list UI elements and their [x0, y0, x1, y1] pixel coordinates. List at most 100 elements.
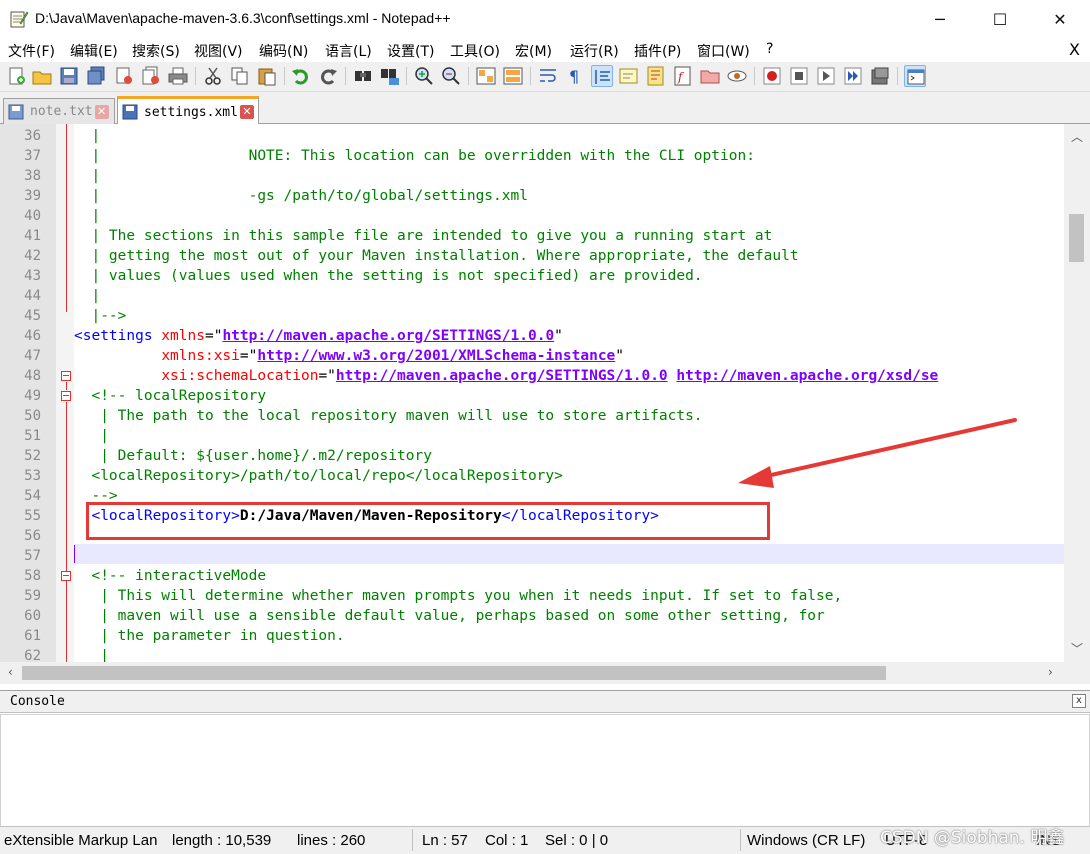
notepad-plus-plus-icon [10, 11, 29, 28]
code-line: | The path to the local repository maven… [74, 408, 703, 424]
menu-view[interactable]: 视图(V) [194, 41, 243, 61]
code-line: | the parameter in question. [74, 628, 345, 644]
copy-icon[interactable] [229, 65, 251, 87]
close-document-button[interactable]: X [1069, 40, 1080, 59]
xml-url[interactable]: http://www.w3.org/2001/XMLSchema-instanc… [257, 348, 615, 364]
watermark: CSDN @Siobhan. 明鑫 [880, 828, 1065, 848]
maximize-button[interactable]: ☐ [972, 0, 1028, 38]
menu-settings[interactable]: 设置(T) [387, 41, 434, 61]
xml-attr: xmlns:xsi [161, 348, 240, 364]
xml-op: " [554, 328, 563, 344]
run-macro-multi-icon[interactable] [842, 65, 864, 87]
console-title: Console [10, 694, 65, 709]
scroll-left-icon[interactable]: ‹ [8, 665, 13, 679]
undo-icon[interactable] [290, 65, 312, 87]
indent-guide-icon[interactable] [591, 65, 613, 87]
status-divider [412, 829, 413, 851]
line-number: 58 [24, 568, 41, 584]
toolbar-separator [468, 67, 469, 85]
save-icon[interactable] [58, 65, 80, 87]
line-number: 37 [24, 148, 41, 164]
menu-file[interactable]: 文件(F) [8, 41, 55, 61]
folder-workspace-icon[interactable] [699, 65, 721, 87]
menu-language[interactable]: 语言(L) [325, 41, 372, 61]
vertical-scroll-thumb[interactable] [1069, 214, 1084, 262]
scroll-down-icon[interactable]: ﹀ [1071, 640, 1083, 657]
sync-h-icon[interactable] [502, 65, 524, 87]
vertical-scrollbar[interactable]: ︿ ﹀ [1064, 124, 1090, 662]
annotation-highlight-box [86, 502, 770, 540]
menu-plugins[interactable]: 插件(P) [634, 41, 681, 61]
menu-edit[interactable]: 编辑(E) [70, 41, 118, 61]
close-all-icon[interactable] [140, 65, 162, 87]
new-file-icon[interactable] [6, 65, 28, 87]
line-number: 49 [24, 388, 41, 404]
record-macro-icon[interactable] [761, 65, 783, 87]
code-editor[interactable]: 36 37 38 39 40 41 42 43 44 45 46 47 48 4… [0, 124, 1090, 662]
menu-search[interactable]: 搜索(S) [132, 41, 180, 61]
xml-url[interactable]: http://maven.apache.org/SETTINGS/1.0.0 [336, 368, 668, 384]
word-wrap-icon[interactable] [537, 65, 559, 87]
play-macro-icon[interactable] [815, 65, 837, 87]
console-icon[interactable] [904, 65, 926, 87]
find-icon[interactable] [352, 65, 374, 87]
save-macro-icon[interactable] [869, 65, 891, 87]
menu-macro[interactable]: 宏(M) [515, 41, 552, 61]
zoom-in-icon[interactable] [413, 65, 435, 87]
fold-marker[interactable] [61, 571, 71, 581]
tab-settings-xml[interactable]: settings.xml ✕ [117, 96, 259, 125]
close-icon[interactable] [113, 65, 135, 87]
line-number: 52 [24, 448, 41, 464]
code-line: | [74, 648, 109, 662]
monitoring-icon[interactable] [726, 65, 748, 87]
doc-map-icon[interactable] [645, 65, 667, 87]
tab-close-icon[interactable]: ✕ [239, 105, 254, 119]
open-file-icon[interactable] [31, 65, 53, 87]
console-close-button[interactable]: x [1072, 694, 1086, 708]
scroll-up-icon[interactable]: ︿ [1071, 128, 1083, 145]
window-title: D:\Java\Maven\apache-maven-3.6.3\conf\se… [35, 10, 451, 26]
line-number: 53 [24, 468, 41, 484]
fold-marker[interactable] [61, 371, 71, 381]
menu-run[interactable]: 运行(R) [570, 41, 619, 61]
function-list-icon[interactable]: f [672, 65, 694, 87]
menu-help[interactable]: ? [766, 41, 773, 57]
redo-icon[interactable] [317, 65, 339, 87]
stop-record-icon[interactable] [788, 65, 810, 87]
xml-tag: <settings [74, 328, 153, 344]
code-line: <localRepository>/path/to/local/repo</lo… [74, 468, 563, 484]
horizontal-scrollbar[interactable]: ‹ › [0, 662, 1090, 684]
menu-encoding[interactable]: 编码(N) [259, 41, 308, 61]
xml-url[interactable]: http://maven.apache.org/xsd/se [676, 368, 938, 384]
menu-tools[interactable]: 工具(O) [450, 41, 500, 61]
status-eol[interactable]: Windows (CR LF) [747, 832, 865, 849]
tab-label: settings.xml [144, 104, 238, 120]
replace-icon[interactable] [379, 65, 401, 87]
cut-icon[interactable] [202, 65, 224, 87]
line-number: 46 [24, 328, 41, 344]
close-window-button[interactable]: ✕ [1032, 0, 1088, 38]
paste-icon[interactable] [256, 65, 278, 87]
tab-note-txt[interactable]: note.txt ✕ [3, 98, 115, 124]
tab-close-icon[interactable]: ✕ [94, 104, 109, 119]
show-all-chars-icon[interactable]: ¶ [564, 65, 586, 87]
horizontal-scroll-thumb[interactable] [22, 666, 886, 680]
text-caret [74, 545, 75, 563]
console-output[interactable] [0, 714, 1090, 827]
scroll-right-icon[interactable]: › [1048, 665, 1053, 679]
udl-icon[interactable] [618, 65, 640, 87]
menu-window[interactable]: 窗口(W) [697, 41, 750, 61]
xml-op: =" [318, 368, 336, 384]
line-number: 57 [24, 548, 41, 564]
xml-url[interactable]: http://maven.apache.org/SETTINGS/1.0.0 [222, 328, 554, 344]
tab-bar: note.txt ✕ settings.xml ✕ [0, 92, 1090, 125]
sync-v-icon[interactable] [475, 65, 497, 87]
minimize-button[interactable]: ─ [912, 0, 968, 38]
fold-marker[interactable] [61, 391, 71, 401]
status-language: eXtensible Markup Lan [4, 832, 158, 849]
print-icon[interactable] [167, 65, 189, 87]
line-number: 41 [24, 228, 41, 244]
save-all-icon[interactable] [85, 65, 107, 87]
zoom-out-icon[interactable] [440, 65, 462, 87]
